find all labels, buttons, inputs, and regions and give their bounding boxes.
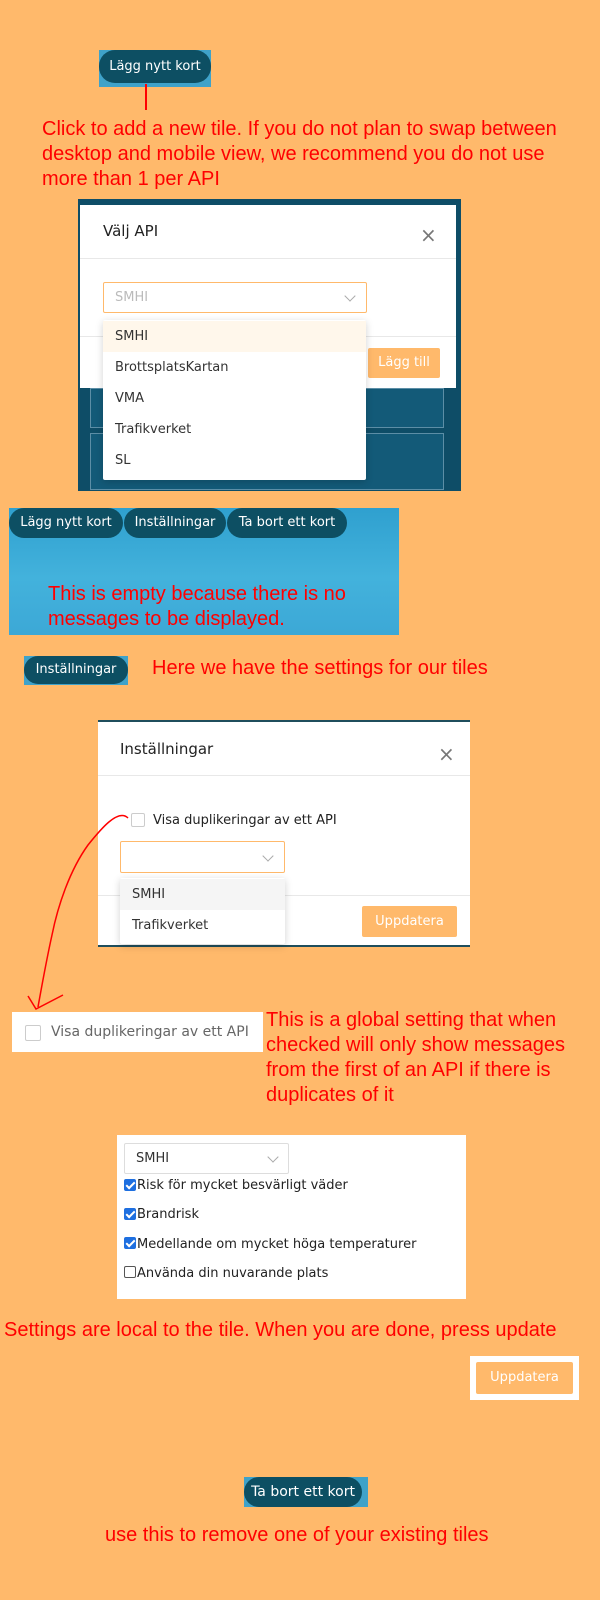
tile-api-select[interactable]: SMHI: [124, 1143, 289, 1174]
checkbox-fire-risk[interactable]: [124, 1208, 136, 1220]
global-checkbox-label: Visa duplikeringar av ett API: [51, 1024, 249, 1040]
checkbox-severe-weather[interactable]: [124, 1179, 136, 1191]
remove-tile-annotation: use this to remove one of your existing …: [105, 1524, 489, 1546]
tile-api-select-value: SMHI: [136, 1151, 170, 1166]
remove-card-button[interactable]: Ta bort ett kort: [244, 1477, 362, 1507]
update-button[interactable]: Uppdatera: [476, 1362, 573, 1394]
local-settings-annotation: Settings are local to the tile. When you…: [4, 1319, 557, 1341]
checkbox-label: Medellande om mycket höga temperaturer: [137, 1237, 417, 1252]
global-checkbox-panel: Visa duplikeringar av ett API: [12, 1012, 263, 1052]
checkbox-high-temperatures[interactable]: [124, 1237, 136, 1249]
checkbox-label: Brandrisk: [137, 1207, 199, 1222]
global-checkbox[interactable]: [25, 1025, 41, 1041]
tile-settings-panel: SMHI Risk för mycket besvärligt väder Br…: [117, 1135, 466, 1299]
checkbox-label: Använda din nuvarande plats: [137, 1266, 329, 1281]
checkbox-label: Risk för mycket besvärligt väder: [137, 1178, 348, 1193]
chevron-down-icon: [267, 1151, 279, 1163]
checkbox-current-location[interactable]: [124, 1266, 136, 1278]
global-setting-annotation: This is a global setting that when check…: [266, 1009, 566, 1106]
